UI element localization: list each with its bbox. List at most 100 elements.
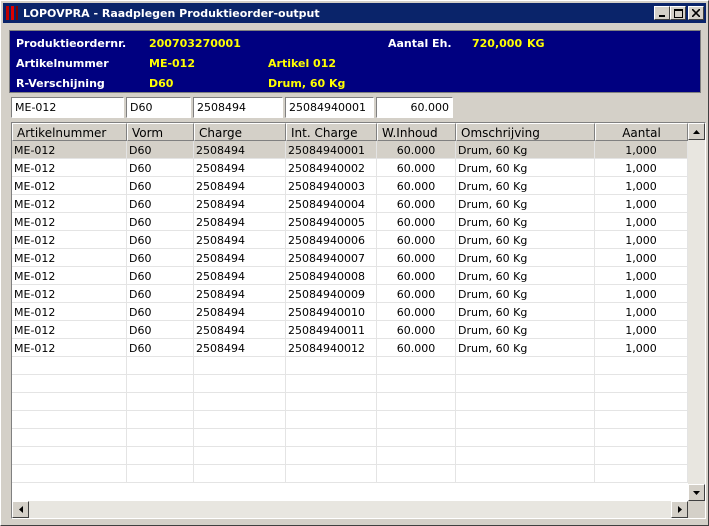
table-row[interactable]: ME-012 D60 2508494 25084940012 60.000 Drum, 6…: [12, 339, 688, 357]
cell-int-charge: 25084940010: [286, 303, 377, 321]
cell-artikelnummer: ME-012: [12, 303, 127, 321]
filter-charge[interactable]: 2508494: [193, 97, 283, 118]
table-row[interactable]: ME-012 D60 2508494 25084940008 60.000 Drum, 6…: [12, 267, 688, 285]
cell-omschrijving: Drum, 60 Kg: [456, 195, 595, 213]
filter-int-charge[interactable]: 25084940001: [285, 97, 374, 118]
cell-artikelnummer: ME-012: [12, 321, 127, 339]
empty-row[interactable]: [12, 411, 688, 429]
table-row[interactable]: ME-012 D60 2508494 25084940005 60.000 Drum, 6…: [12, 213, 688, 231]
output-grid[interactable]: Artikelnummer Vorm Charge Int. Charge W.…: [11, 122, 706, 519]
cell-w-inhoud: 60.000: [377, 213, 456, 231]
empty-cell: [194, 447, 286, 465]
cell-vorm: D60: [127, 321, 194, 339]
cell-w-inhoud: 60.000: [377, 249, 456, 267]
empty-cell: [286, 447, 377, 465]
empty-cell: [12, 393, 127, 411]
empty-cell: [286, 411, 377, 429]
horizontal-scrollbar[interactable]: [12, 501, 688, 518]
empty-cell: [286, 465, 377, 483]
scroll-up-button[interactable]: [688, 123, 705, 140]
cell-int-charge: 25084940004: [286, 195, 377, 213]
vertical-scrollbar[interactable]: [688, 123, 705, 501]
table-row[interactable]: ME-012 D60 2508494 25084940007 60.000 Drum, 6…: [12, 249, 688, 267]
cell-w-inhoud: 60.000: [377, 195, 456, 213]
empty-cell: [456, 375, 595, 393]
scroll-left-button[interactable]: [12, 501, 29, 518]
cell-w-inhoud: 60.000: [377, 159, 456, 177]
table-row[interactable]: ME-012 D60 2508494 25084940010 60.000 Drum, 6…: [12, 303, 688, 321]
filter-w-inhoud[interactable]: 60.000: [376, 97, 453, 118]
cell-int-charge: 25084940007: [286, 249, 377, 267]
empty-row[interactable]: [12, 447, 688, 465]
column-header-aantal[interactable]: Aantal: [595, 123, 688, 141]
table-row[interactable]: ME-012 D60 2508494 25084940004 60.000 Drum, 6…: [12, 195, 688, 213]
cell-int-charge: 25084940005: [286, 213, 377, 231]
empty-cell: [456, 411, 595, 429]
column-header-w-inhoud[interactable]: W.Inhoud: [377, 123, 456, 141]
cell-omschrijving: Drum, 60 Kg: [456, 339, 595, 357]
cell-charge: 2508494: [194, 267, 286, 285]
table-row[interactable]: ME-012 D60 2508494 25084940006 60.000 Drum, 6…: [12, 231, 688, 249]
close-button[interactable]: [688, 6, 704, 20]
table-row[interactable]: ME-012 D60 2508494 25084940001 60.000 Drum, 6…: [12, 141, 688, 159]
cell-aantal: 1,000: [595, 159, 688, 177]
cell-omschrijving: Drum, 60 Kg: [456, 267, 595, 285]
cell-omschrijving: Drum, 60 Kg: [456, 213, 595, 231]
column-header-vorm[interactable]: Vorm: [127, 123, 194, 141]
column-header-int-charge[interactable]: Int. Charge: [286, 123, 377, 141]
cell-omschrijving: Drum, 60 Kg: [456, 249, 595, 267]
scroll-right-button[interactable]: [671, 501, 688, 518]
empty-cell: [595, 357, 688, 375]
column-header-omschrijving[interactable]: Omschrijving: [456, 123, 595, 141]
empty-cell: [194, 375, 286, 393]
cell-vorm: D60: [127, 177, 194, 195]
empty-cell: [595, 447, 688, 465]
table-row[interactable]: ME-012 D60 2508494 25084940009 60.000 Drum, 6…: [12, 285, 688, 303]
cell-charge: 2508494: [194, 321, 286, 339]
cell-charge: 2508494: [194, 141, 286, 159]
empty-row[interactable]: [12, 375, 688, 393]
table-row[interactable]: ME-012 D60 2508494 25084940002 60.000 Drum, 6…: [12, 159, 688, 177]
cell-charge: 2508494: [194, 159, 286, 177]
cell-artikelnummer: ME-012: [12, 195, 127, 213]
empty-cell: [377, 357, 456, 375]
cell-w-inhoud: 60.000: [377, 177, 456, 195]
table-row[interactable]: ME-012 D60 2508494 25084940011 60.000 Drum, 6…: [12, 321, 688, 339]
empty-cell: [377, 393, 456, 411]
cell-charge: 2508494: [194, 195, 286, 213]
cell-vorm: D60: [127, 285, 194, 303]
empty-cell: [127, 429, 194, 447]
maximize-button[interactable]: [670, 6, 686, 20]
title-bar[interactable]: LOPOVPRA - Raadplegen Produktieorder-out…: [3, 3, 706, 23]
filter-artikelnummer[interactable]: ME-012: [11, 97, 124, 118]
empty-cell: [127, 393, 194, 411]
cell-charge: 2508494: [194, 285, 286, 303]
empty-row[interactable]: [12, 393, 688, 411]
empty-row[interactable]: [12, 465, 688, 483]
empty-cell: [127, 447, 194, 465]
column-header-artikelnummer[interactable]: Artikelnummer: [12, 123, 127, 141]
article-description: Artikel 012: [268, 57, 337, 70]
cell-vorm: D60: [127, 249, 194, 267]
table-row[interactable]: ME-012 D60 2508494 25084940003 60.000 Drum, 6…: [12, 177, 688, 195]
cell-vorm: D60: [127, 195, 194, 213]
minimize-button[interactable]: [654, 6, 670, 20]
empty-cell: [194, 465, 286, 483]
empty-cell: [194, 411, 286, 429]
cell-omschrijving: Drum, 60 Kg: [456, 159, 595, 177]
column-header-charge[interactable]: Charge: [194, 123, 286, 141]
cell-aantal: 1,000: [595, 195, 688, 213]
scroll-down-button[interactable]: [688, 484, 705, 501]
cell-artikelnummer: ME-012: [12, 213, 127, 231]
cell-omschrijving: Drum, 60 Kg: [456, 231, 595, 249]
cell-w-inhoud: 60.000: [377, 141, 456, 159]
filter-vorm[interactable]: D60: [126, 97, 191, 118]
empty-cell: [12, 411, 127, 429]
empty-row[interactable]: [12, 429, 688, 447]
cell-aantal: 1,000: [595, 321, 688, 339]
empty-row[interactable]: [12, 357, 688, 375]
cell-artikelnummer: ME-012: [12, 249, 127, 267]
cell-int-charge: 25084940008: [286, 267, 377, 285]
empty-cell: [127, 411, 194, 429]
cell-vorm: D60: [127, 159, 194, 177]
